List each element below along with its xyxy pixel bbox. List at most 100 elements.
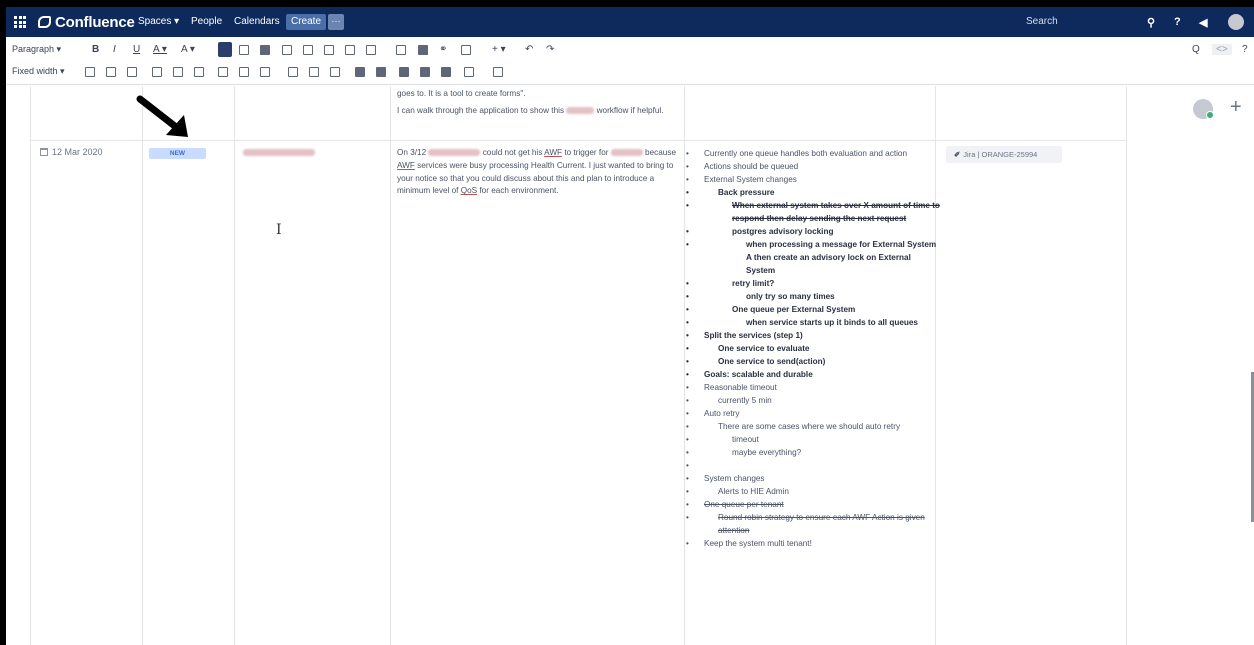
align-right-icon[interactable] [366, 45, 376, 55]
table-icon[interactable] [461, 45, 471, 55]
bullet-list-button[interactable] [218, 42, 232, 57]
indent-icon[interactable] [303, 45, 313, 55]
jira-issue-link[interactable]: ✐ Jira | ORANGE-25994 [946, 146, 1062, 163]
find-replace-icon[interactable]: Q [1192, 44, 1200, 55]
heading-column-icon[interactable] [376, 67, 386, 77]
page-table: goes to. It is a tool to create forms". … [6, 86, 1126, 645]
app-switcher-icon[interactable] [14, 16, 26, 28]
notes-cell[interactable]: Currently one queue handles both evaluat… [686, 147, 942, 550]
row-above-icon[interactable] [85, 67, 95, 77]
more-formatting-button[interactable]: A ▾ [181, 44, 195, 55]
brand-name[interactable]: Confluence [55, 14, 135, 31]
jira-icon: ✐ [954, 150, 961, 159]
numbered-list-icon[interactable] [239, 45, 249, 55]
list-item: postgres advisory locking [686, 225, 942, 238]
list-item: System changes [686, 472, 942, 485]
source-editor-button[interactable]: <> [1212, 44, 1232, 55]
redo-icon[interactable]: ↷ [546, 44, 554, 55]
create-button[interactable]: Create [286, 14, 326, 30]
description-cell[interactable]: On 3/12 could not get his AWF to trigger… [397, 147, 681, 198]
date-cell[interactable]: 12 Mar 2020 [40, 147, 103, 157]
page-layout-icon[interactable] [396, 45, 406, 55]
outdent-icon[interactable] [282, 45, 292, 55]
table-width-select[interactable]: Fixed width ▾ [12, 66, 65, 77]
reporter-cell[interactable] [243, 147, 315, 160]
underline-button[interactable]: U [133, 44, 140, 55]
collaborators-panel: + [1126, 86, 1254, 645]
top-navigation: Confluence Spaces ▾ People Calendars Cre… [6, 7, 1254, 37]
search-icon[interactable]: ⚲ [1147, 16, 1155, 29]
list-item [686, 459, 942, 472]
text-color-button[interactable]: A ▾ [153, 44, 167, 55]
profile-avatar[interactable] [1228, 14, 1244, 30]
date-value: 12 Mar 2020 [52, 147, 103, 157]
notes-bullet-list: Currently one queue handles both evaluat… [686, 147, 942, 550]
editor-toolbar: Paragraph ▾ B I U A ▾ A ▾ ⚭ + ▾ ↶ ↷ Q <>… [6, 39, 1254, 61]
split-cell-icon[interactable] [309, 67, 319, 77]
nav-calendars[interactable]: Calendars [234, 16, 280, 27]
undo-icon[interactable]: ↶ [525, 44, 533, 55]
insert-more-button[interactable]: + ▾ [492, 44, 506, 55]
list-item: One service to send(action) [686, 355, 942, 368]
bold-button[interactable]: B [92, 44, 99, 55]
list-item: Split the services (step 1) [686, 329, 942, 342]
list-item: One queue per tenant [686, 498, 942, 511]
table-toolbar: Fixed width ▾ [6, 61, 1254, 85]
italic-button[interactable]: I [113, 44, 116, 55]
link-icon[interactable]: ⚭ [439, 44, 447, 55]
help-icon[interactable]: ? [1242, 44, 1248, 55]
remove-column-icon[interactable] [260, 67, 270, 77]
row-below-icon[interactable] [106, 67, 116, 77]
number-column-icon[interactable] [330, 67, 340, 77]
column-after-icon[interactable] [239, 67, 249, 77]
list-item: When external system takes over X amount… [686, 199, 942, 225]
align-left-icon[interactable] [324, 45, 334, 55]
previous-row-text-1: goes to. It is a tool to create forms". [397, 89, 526, 98]
image-icon[interactable] [418, 45, 428, 55]
list-item: only try so many times [686, 290, 942, 303]
list-item: currently 5 min [686, 394, 942, 407]
cell-highlight-icon[interactable] [420, 67, 430, 77]
list-item: when service starts up it binds to all q… [686, 316, 942, 329]
fill-color-icon[interactable] [464, 67, 474, 77]
previous-row-text-2: I can walk through the application to sh… [397, 105, 664, 115]
cell-color-icon[interactable] [399, 67, 409, 77]
paragraph-style-select[interactable]: Paragraph ▾ [12, 44, 61, 55]
confluence-logo-icon [38, 16, 51, 28]
list-item: timeout [686, 433, 942, 446]
nav-spaces[interactable]: Spaces ▾ [138, 16, 179, 27]
calendar-icon [40, 148, 48, 156]
list-item: when processing a message for External S… [686, 238, 942, 277]
status-badge[interactable]: NEW [149, 148, 206, 159]
search-input[interactable]: Search [1016, 13, 1136, 31]
invite-collaborator-button[interactable]: + [1230, 96, 1242, 119]
previous-row-description[interactable]: goes to. It is a tool to create forms". … [397, 88, 679, 122]
list-item: Keep the system multi tenant! [686, 537, 942, 550]
column-before-icon[interactable] [218, 67, 228, 77]
list-item: maybe everything? [686, 446, 942, 459]
task-list-icon[interactable] [260, 45, 270, 55]
delete-table-icon[interactable] [493, 67, 503, 77]
align-center-icon[interactable] [345, 45, 355, 55]
jira-issue-key: Jira | ORANGE-25994 [963, 150, 1038, 159]
list-item: There are some cases where we should aut… [686, 420, 942, 433]
online-status-dot [1206, 111, 1214, 119]
list-item: Goals: scalable and durable [686, 368, 942, 381]
list-item: Currently one queue handles both evaluat… [686, 147, 942, 160]
list-item: retry limit? [686, 277, 942, 290]
list-item: One service to evaluate [686, 342, 942, 355]
help-icon[interactable]: ? [1174, 16, 1181, 28]
cut-row-icon[interactable] [152, 67, 162, 77]
notifications-icon[interactable]: ◀ [1199, 16, 1207, 29]
confluence-window: Confluence Spaces ▾ People Calendars Cre… [6, 7, 1254, 645]
remove-row-icon[interactable] [127, 67, 137, 77]
merge-cells-icon[interactable] [288, 67, 298, 77]
nav-people[interactable]: People [191, 16, 222, 27]
more-create-button[interactable]: ··· [328, 14, 344, 30]
heading-row-icon[interactable] [355, 67, 365, 77]
table-style-icon[interactable] [441, 67, 451, 77]
annotation-arrow-icon [136, 95, 188, 137]
paste-row-icon[interactable] [194, 67, 204, 77]
list-item: Back pressure [686, 186, 942, 199]
copy-row-icon[interactable] [173, 67, 183, 77]
